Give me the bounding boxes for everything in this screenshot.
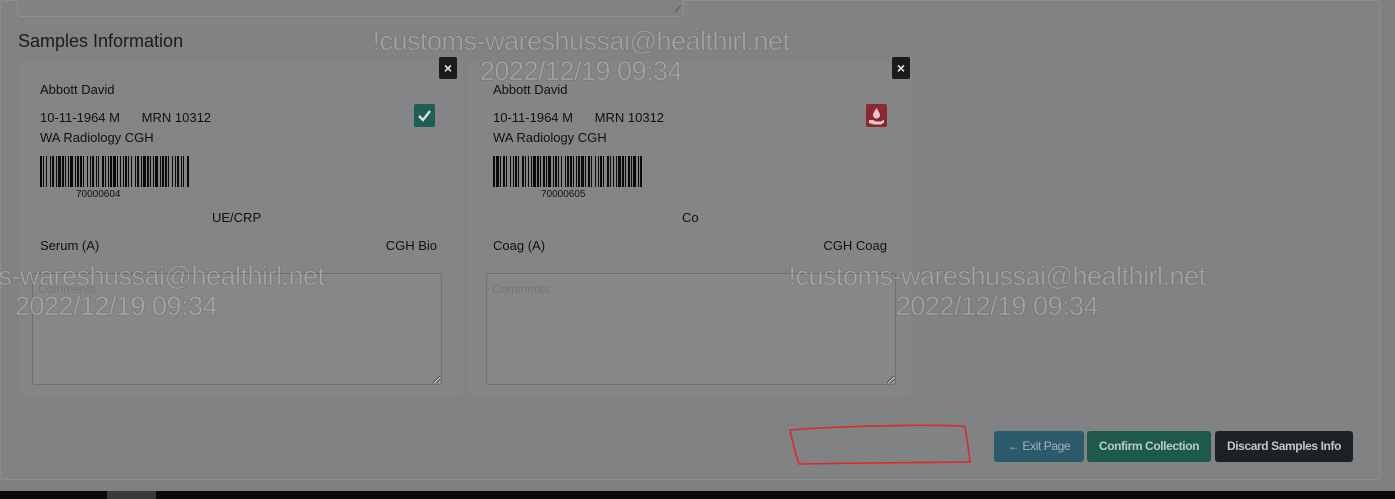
confirm-collection-button[interactable]: Confirm Collection	[1087, 431, 1211, 462]
exit-page-button[interactable]: ← Exit Page	[994, 431, 1084, 462]
watermark: !customs-wareshussai@healthirl.net2022/1…	[372, 26, 791, 86]
section-title: Samples Information	[18, 31, 184, 51]
check-icon[interactable]	[414, 104, 435, 127]
lab-name: CGH Bio	[385, 238, 437, 253]
watermark: !customs-wareshussai@healthirl.net2022/1…	[0, 261, 326, 321]
hand-drop-icon[interactable]	[866, 104, 887, 127]
specimen-type: Serum (A)	[40, 238, 100, 253]
patient-mrn: MRN 10312	[594, 110, 665, 125]
sample-card: × Abbott David 10-11-1964 M MRN 10312 WA…	[19, 57, 463, 397]
patient-name: Abbott David	[40, 82, 115, 97]
patient-location: WA Radiology CGH	[493, 130, 607, 145]
close-icon[interactable]: ×	[892, 57, 910, 79]
patient-location: WA Radiology CGH	[40, 130, 154, 145]
red-annotation-mark	[789, 424, 971, 465]
sample-card: × Abbott David 10-11-1964 M MRN 10312 WA…	[467, 57, 911, 397]
patient-mrn: MRN 10312	[141, 110, 212, 125]
barcode-number: 70000605	[541, 189, 586, 200]
lab-name: CGH Coag	[823, 238, 887, 253]
barcode-image	[493, 156, 642, 187]
specimen-type: Coag (A)	[493, 238, 546, 253]
discard-samples-button[interactable]: Discard Samples Info	[1215, 431, 1353, 462]
resize-grip-icon[interactable]: ⟋	[675, 5, 681, 14]
taskbar	[0, 491, 1395, 499]
watermark: !customs-wareshussai@healthirl.net2022/1…	[788, 261, 1207, 321]
test-name: UE/CRP	[212, 210, 262, 225]
patient-dob: 10-11-1964 M	[40, 110, 120, 125]
dob-mrn-line: 10-11-1964 M MRN 10312	[40, 110, 211, 125]
barcode-number: 70000604	[76, 189, 121, 200]
notes-textarea[interactable]: ⟋	[17, 0, 684, 17]
test-name: Co	[682, 210, 699, 225]
patient-dob: 10-11-1964 M	[493, 110, 573, 125]
dob-mrn-line: 10-11-1964 M MRN 10312	[493, 110, 664, 125]
barcode-image	[40, 156, 189, 187]
taskbar-tab[interactable]	[107, 491, 156, 499]
